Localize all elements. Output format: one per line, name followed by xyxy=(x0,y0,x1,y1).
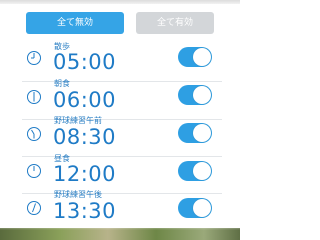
toggle-knob xyxy=(193,124,211,142)
alarm-toggle[interactable] xyxy=(178,47,212,67)
clock-icon xyxy=(27,201,41,215)
enable-all-button[interactable]: 全て有効 xyxy=(136,12,214,34)
alarm-time: 08:30 xyxy=(53,125,117,149)
alarm-time: 06:00 xyxy=(53,88,117,112)
alarm-time: 13:30 xyxy=(53,199,117,223)
clock-icon xyxy=(27,127,41,141)
toggle-knob xyxy=(193,48,211,66)
alarm-time: 12:00 xyxy=(53,162,117,186)
top-status-strip xyxy=(0,0,240,4)
alarm-time: 05:00 xyxy=(53,50,117,74)
disable-all-button[interactable]: 全て無効 xyxy=(26,12,124,34)
toggle-knob xyxy=(193,162,211,180)
alarm-toggle[interactable] xyxy=(178,123,212,143)
background-fade xyxy=(0,222,240,230)
clock-icon xyxy=(27,90,41,104)
clock-icon xyxy=(27,51,41,65)
alarm-toggle[interactable] xyxy=(178,198,212,218)
toggle-knob xyxy=(193,86,211,104)
alarm-toggle[interactable] xyxy=(178,161,212,181)
alarm-toggle[interactable] xyxy=(178,85,212,105)
clock-icon xyxy=(27,164,41,178)
toggle-knob xyxy=(193,199,211,217)
